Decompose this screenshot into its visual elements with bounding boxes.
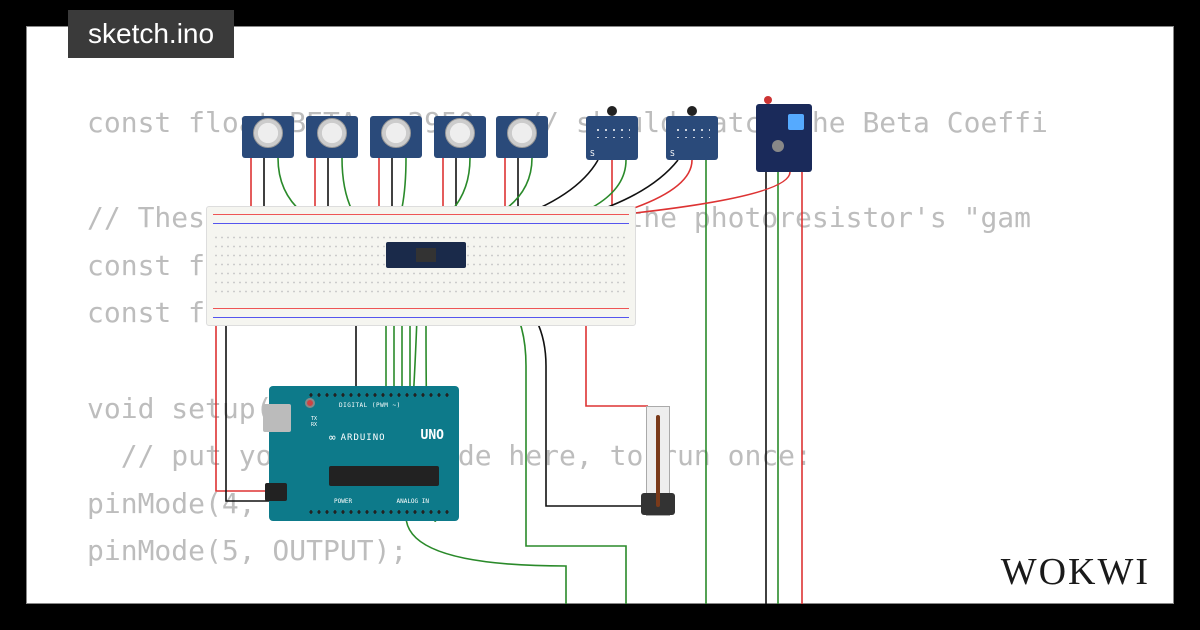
usb-port-icon [263,404,291,432]
arduino-brand-label: ∞ ARDUINO [329,431,386,444]
barrel-jack-icon [265,483,287,501]
atmega-chip-icon [329,466,439,486]
multiplexer-ic[interactable] [386,242,466,268]
pot-knob-icon[interactable] [253,118,283,148]
potentiometer-module[interactable] [434,116,486,158]
pin-label: S [590,149,595,158]
sensor-lens-icon [772,140,784,152]
power-rail-bottom [213,305,629,321]
ntc-thermistor-module[interactable]: S [666,116,718,160]
file-tab-label: sketch.ino [88,18,214,49]
power-analog-header[interactable] [307,507,449,517]
potentiometer-module[interactable] [306,116,358,158]
motion-sensor-module[interactable] [756,104,812,172]
pot-knob-icon[interactable] [381,118,411,148]
potentiometer-module[interactable] [496,116,548,158]
wokwi-logo: WOKWI [1001,550,1150,594]
pot-knob-icon[interactable] [445,118,475,148]
ntc-thermistor-module[interactable]: S [586,116,638,160]
pin-label: S [670,149,675,158]
pot-knob-icon[interactable] [317,118,347,148]
file-tab[interactable]: sketch.ino [68,10,234,58]
arduino-model-label: UNO [421,428,444,443]
digital-pins-label: DIGITAL (PWM ~) [339,402,401,409]
pot-knob-icon[interactable] [507,118,537,148]
slider-handle[interactable] [641,493,675,515]
module-holes-icon [674,126,710,138]
trimpot-icon[interactable] [788,114,804,130]
potentiometer-module[interactable] [242,116,294,158]
arduino-logo-icon: ∞ [329,431,337,444]
potentiometer-module[interactable] [370,116,422,158]
power-rail-top [213,211,629,227]
module-holes-icon [594,126,630,138]
circuit-canvas[interactable]: S S DIGITAL (PWM ~) TX RX ∞ ARDUINO UNO … [26,26,1174,604]
digital-header[interactable] [307,390,449,400]
power-pins-label: POWER [334,498,352,505]
tx-rx-labels: TX RX [311,416,317,428]
analog-pins-label: ANALOG IN [396,498,429,505]
slide-potentiometer[interactable] [646,406,670,516]
arduino-uno-board[interactable]: DIGITAL (PWM ~) TX RX ∞ ARDUINO UNO POWE… [269,386,459,521]
